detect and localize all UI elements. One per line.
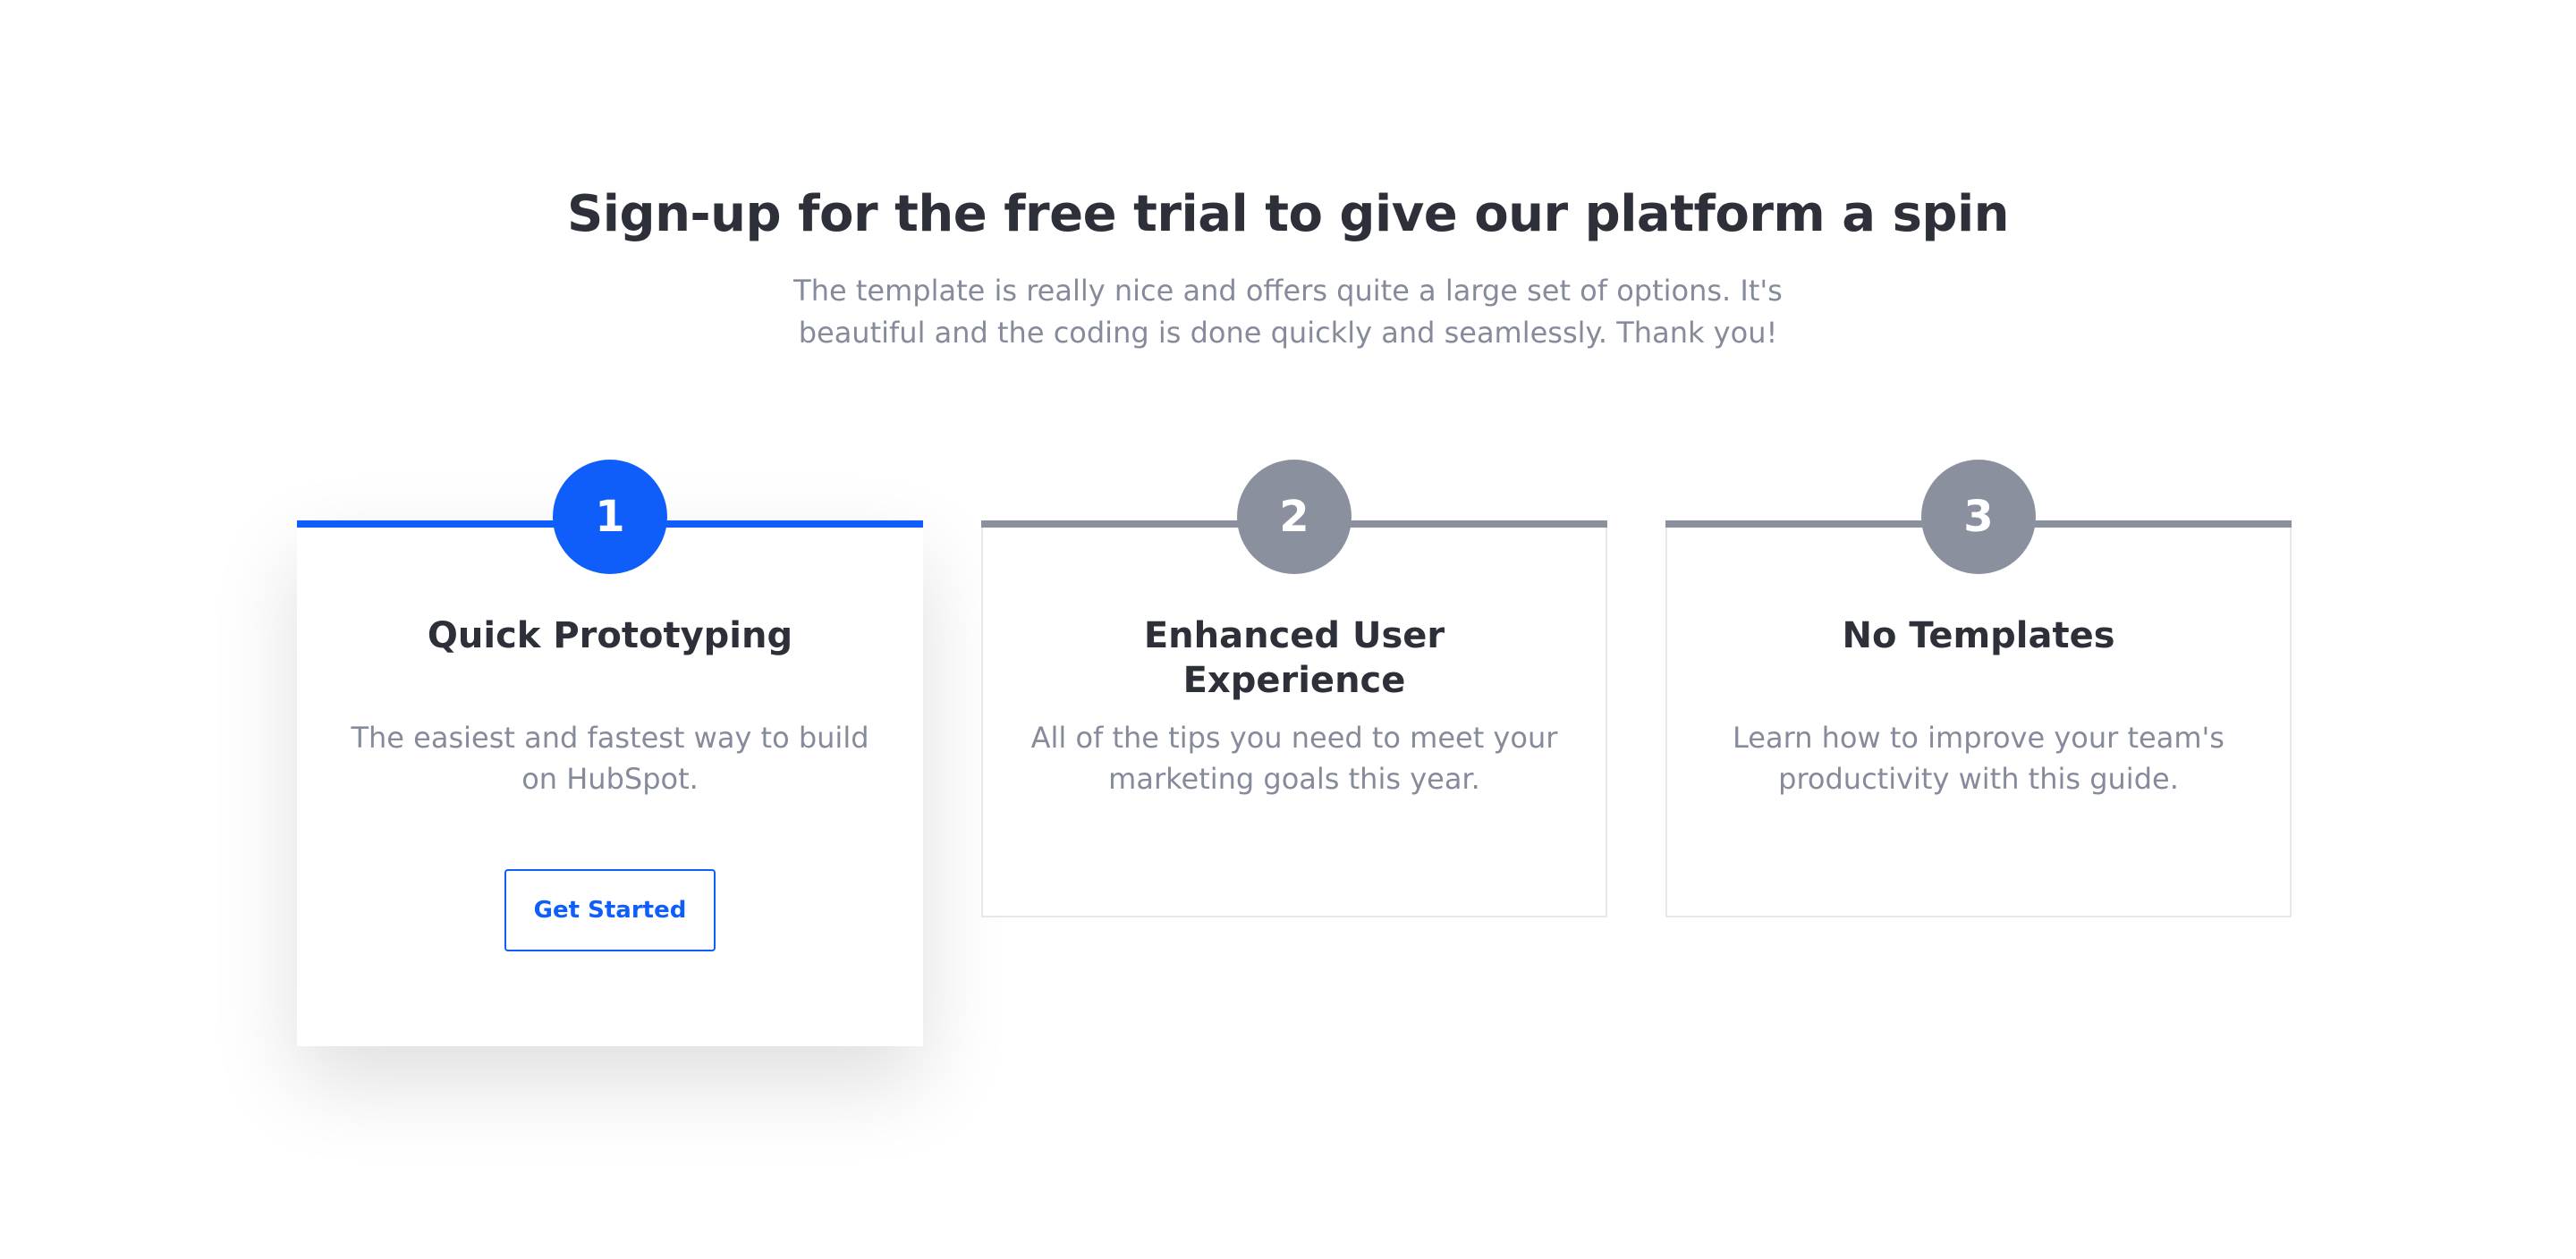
section-title: Sign-up for the free trial to give our p… bbox=[566, 185, 2010, 243]
step-card-1-title: Quick Prototyping bbox=[427, 615, 793, 656]
step-card-2: 2 Enhanced User Experience All of the ti… bbox=[981, 460, 1607, 917]
trial-signup-section: Sign-up for the free trial to give our p… bbox=[0, 0, 2576, 1259]
step-card-2-title: Enhanced User Experience bbox=[1143, 615, 1445, 701]
get-started-button[interactable]: Get Started bbox=[504, 869, 716, 951]
step-card-1-description: The easiest and fastest way to build on … bbox=[351, 721, 869, 796]
step-card-3: 3 No Templates Learn how to improve your… bbox=[1665, 460, 2292, 917]
step-card-3-description: Learn how to improve your team's product… bbox=[1733, 721, 2224, 796]
step-card-1: 1 Quick Prototyping The easiest and fast… bbox=[297, 460, 923, 1046]
section-subtitle: The template is really nice and offers q… bbox=[793, 274, 1783, 350]
step-card-2-description: All of the tips you need to meet your ma… bbox=[1030, 721, 1558, 796]
step-number-badge-3: 3 bbox=[1921, 460, 2036, 574]
step-number-badge-2: 2 bbox=[1237, 460, 1352, 574]
step-number-badge-1: 1 bbox=[553, 460, 667, 574]
step-card-3-title: No Templates bbox=[1842, 615, 2115, 656]
